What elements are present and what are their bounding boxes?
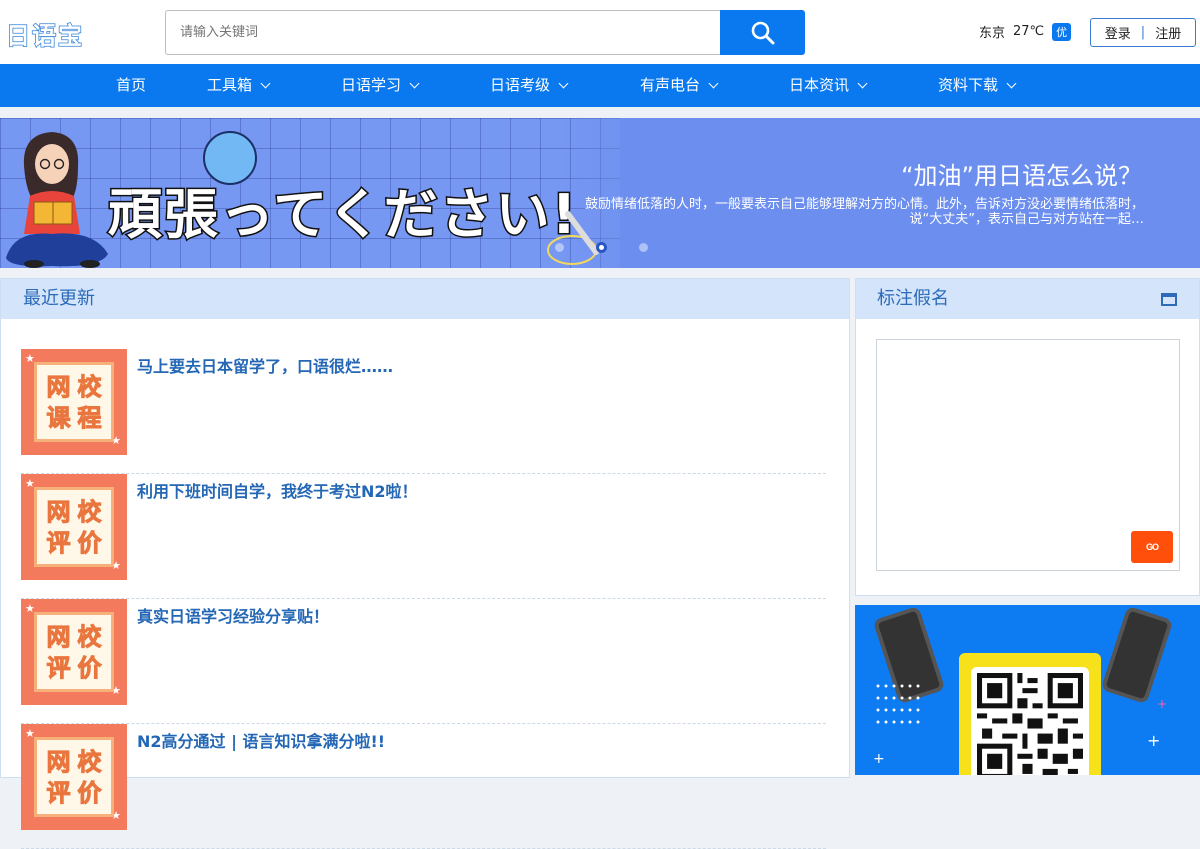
news-list: ★ ★ 网 校 课 程 马上要去日本留学了，口语很烂…… ★ ★ 网 校 评 价… xyxy=(21,349,826,849)
air-quality-badge: 优 xyxy=(1052,22,1072,41)
qr-code-pattern xyxy=(977,673,1083,775)
nav-label: 日本资讯 xyxy=(789,76,850,94)
thumb-char: 网 xyxy=(46,497,71,526)
weather-city: 东京 xyxy=(979,26,1006,41)
thumb-char: 网 xyxy=(46,747,71,776)
chevron-down-icon xyxy=(260,78,271,89)
chevron-down-icon xyxy=(558,78,569,89)
list-item[interactable]: ★ ★ 网 校 评 价 利用下班时间自学，我终于考过N2啦！ xyxy=(21,474,826,599)
nav-label: 有声电台 xyxy=(640,76,701,94)
thumb-char: 价 xyxy=(77,528,102,557)
login-link[interactable]: 登录 xyxy=(1105,23,1131,42)
kana-heading-text: 标注假名 xyxy=(877,288,949,309)
main-nav: 首页 工具箱 日语学习 日语考级 有声电台 日本资讯 资料下载 xyxy=(0,64,1200,107)
thumbnail-card: 网 校 课 程 xyxy=(34,362,114,442)
nav-item-jlpt[interactable]: 日语考级 xyxy=(490,64,569,107)
thumb-char: 校 xyxy=(77,497,102,526)
article-title-link[interactable]: N2高分通过 | 语言知识拿满分啦!! xyxy=(137,728,385,752)
thumbnail-card: 网 校 评 价 xyxy=(34,737,114,817)
thumb-char: 评 xyxy=(46,653,71,682)
banner-description: 鼓励情绪低落的人时，一般要表示自己能够理解对方的心情。此外，告诉对方没必要情绪低… xyxy=(584,197,1144,227)
thumb-char: 校 xyxy=(77,622,102,651)
sparkle-icon: + xyxy=(1157,697,1168,711)
window-icon[interactable] xyxy=(1161,293,1177,306)
chevron-down-icon xyxy=(857,78,868,89)
article-thumbnail[interactable]: ★ ★ 网 校 评 价 xyxy=(21,474,127,580)
article-title-link[interactable]: 利用下班时间自学，我终于考过N2啦！ xyxy=(137,478,418,502)
thumb-char: 评 xyxy=(46,528,71,557)
banner-title: “加油”用日语怎么说？ xyxy=(901,162,1142,190)
nav-item-radio[interactable]: 有声电台 xyxy=(640,64,719,107)
article-thumbnail[interactable]: ★ ★ 网 校 评 价 xyxy=(21,724,127,830)
nav-item-japan-news[interactable]: 日本资讯 xyxy=(789,64,868,107)
kana-annotation-panel: 标注假名 GO xyxy=(855,278,1200,596)
nav-item-toolbox[interactable]: 工具箱 xyxy=(207,64,271,107)
dot-pattern-decoration xyxy=(876,684,920,724)
thumbnail-card: 网 校 评 价 xyxy=(34,612,114,692)
recent-updates-heading: 最近更新 xyxy=(1,279,849,319)
site-logo[interactable]: 日语宝 xyxy=(5,16,84,51)
nav-label: 工具箱 xyxy=(207,76,253,94)
chevron-down-icon xyxy=(1006,78,1017,89)
thumb-char: 网 xyxy=(46,622,71,651)
nav-label: 首页 xyxy=(116,76,147,94)
sparkle-icon: + xyxy=(1147,731,1161,750)
carousel-dots xyxy=(555,242,648,253)
register-link[interactable]: 注册 xyxy=(1155,23,1181,42)
go-button[interactable]: GO xyxy=(1131,531,1173,563)
article-title-link[interactable]: 真实日语学习经验分享贴！ xyxy=(137,603,329,627)
article-thumbnail[interactable]: ★ ★ 网 校 课 程 xyxy=(21,349,127,455)
sparkle-icon: + xyxy=(873,751,885,767)
thumb-char: 课 xyxy=(46,403,71,432)
article-title-link[interactable]: 马上要去日本留学了，口语很烂…… xyxy=(137,353,393,377)
thumb-char: 评 xyxy=(46,778,71,807)
thumb-char: 程 xyxy=(77,403,102,432)
nav-label: 日语学习 xyxy=(341,76,402,94)
qr-code[interactable] xyxy=(971,667,1089,775)
chevron-down-icon xyxy=(708,78,719,89)
search-button[interactable] xyxy=(720,10,805,55)
list-item[interactable]: ★ ★ 网 校 评 价 N2高分通过 | 语言知识拿满分啦!! xyxy=(21,724,826,849)
nav-item-japanese-study[interactable]: 日语学习 xyxy=(341,64,420,107)
weather-temp: 27℃ xyxy=(1013,24,1045,39)
banner-japanese-headline: 頑張ってください! xyxy=(106,182,579,248)
nav-item-downloads[interactable]: 资料下载 xyxy=(938,64,1017,107)
thumb-char: 校 xyxy=(77,747,102,776)
kana-annotation-heading: 标注假名 xyxy=(856,279,1199,319)
carousel-dot[interactable] xyxy=(555,243,564,252)
auth-box: 登录 | 注册 xyxy=(1090,18,1196,47)
nav-label: 日语考级 xyxy=(490,76,551,94)
weather-widget: 东京 27℃ 优 xyxy=(979,22,1072,41)
thumb-char: 价 xyxy=(77,778,102,807)
article-thumbnail[interactable]: ★ ★ 网 校 评 价 xyxy=(21,599,127,705)
search-icon xyxy=(751,21,774,44)
phone-illustration xyxy=(1100,605,1174,705)
list-item[interactable]: ★ ★ 网 校 评 价 真实日语学习经验分享贴！ xyxy=(21,599,826,724)
qr-code-frame xyxy=(959,653,1101,775)
chevron-down-icon xyxy=(409,78,420,89)
hero-banner[interactable]: 頑張ってください! “加油”用日语怎么说？ 鼓励情绪低落的人时，一般要表示自己能… xyxy=(0,118,1200,268)
reading-girl-illustration xyxy=(6,132,108,268)
thumb-char: 校 xyxy=(77,372,102,401)
thumb-char: 价 xyxy=(77,653,102,682)
thumb-char: 网 xyxy=(46,372,71,401)
recent-updates-panel: 最近更新 ★ ★ 网 校 课 程 马上要去日本留学了，口语很烂…… ★ ★ 网 xyxy=(0,278,850,849)
auth-separator: | xyxy=(1140,25,1146,40)
carousel-dot[interactable] xyxy=(639,243,648,252)
list-item[interactable]: ★ ★ 网 校 课 程 马上要去日本留学了，口语很烂…… xyxy=(21,349,826,474)
qr-promo-banner[interactable]: + + + xyxy=(855,605,1200,775)
top-bar: 日语宝 东京 27℃ 优 登录 | 注册 xyxy=(0,0,1200,64)
carousel-dot-active[interactable] xyxy=(596,242,607,253)
search-input[interactable] xyxy=(165,10,721,55)
thumbnail-card: 网 校 评 价 xyxy=(34,487,114,567)
nav-item-home[interactable]: 首页 xyxy=(116,64,146,107)
nav-label: 资料下载 xyxy=(938,76,999,94)
